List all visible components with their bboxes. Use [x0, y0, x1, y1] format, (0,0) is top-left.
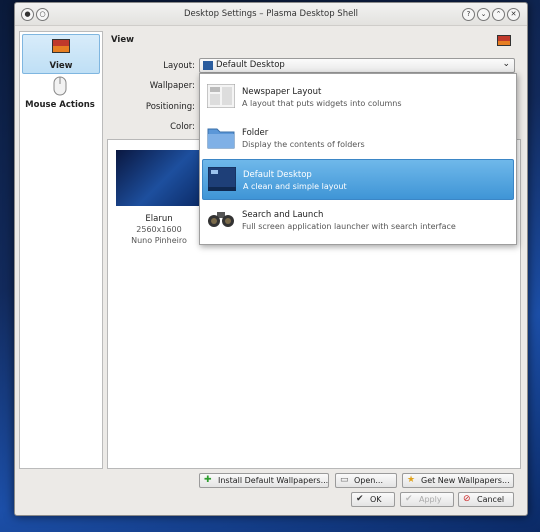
cancel-icon: ⊘	[463, 494, 471, 504]
layout-dropdown-list: Newspaper Layout A layout that puts widg…	[199, 73, 517, 245]
desktop-image-icon	[497, 35, 511, 46]
option-description: A layout that puts widgets into columns	[242, 99, 402, 108]
open-button[interactable]: ▭ Open...	[335, 473, 397, 488]
sidebar-item-label: View	[49, 61, 73, 71]
binoculars-icon	[208, 212, 234, 227]
layout-option-newspaper[interactable]: Newspaper Layout A layout that puts widg…	[202, 77, 512, 116]
mouse-icon	[53, 76, 67, 96]
layout-label: Layout:	[163, 61, 195, 71]
layout-option-search-launch[interactable]: Search and Launch Full screen applicatio…	[202, 200, 512, 239]
button-label: Get New Wallpapers...	[421, 476, 510, 485]
wallpaper-size: 2560x1600	[136, 225, 182, 234]
page-title: View	[111, 35, 134, 45]
button-label: Apply	[419, 495, 442, 504]
desktop-icon	[208, 167, 236, 191]
wallpaper-author: Nuno Pinheiro	[131, 236, 187, 245]
color-label: Color:	[170, 122, 195, 132]
plus-icon: ✚	[204, 475, 212, 485]
chevron-down-icon: ⌄	[502, 59, 510, 69]
cancel-button[interactable]: ⊘ Cancel	[458, 492, 514, 507]
sidebar: View Mouse Actions	[19, 31, 103, 469]
option-description: Full screen application launcher with se…	[242, 222, 456, 231]
sidebar-item-view[interactable]: View	[22, 34, 100, 74]
window-title: Desktop Settings – Plasma Desktop Shell	[183, 9, 359, 19]
minimize-icon[interactable]: ⌄	[477, 8, 490, 21]
option-title: Search and Launch	[242, 210, 324, 220]
layout-dropdown[interactable]: Default Desktop ⌄	[199, 58, 515, 73]
option-description: Display the contents of folders	[242, 140, 365, 149]
button-label: Install Default Wallpapers...	[218, 476, 329, 485]
folder-icon	[207, 128, 235, 149]
button-label: Cancel	[477, 495, 505, 504]
help-icon[interactable]: ?	[462, 8, 475, 21]
desktop-icon	[203, 61, 213, 70]
maximize-icon[interactable]: ⌃	[492, 8, 505, 21]
layout-option-default-desktop[interactable]: Default Desktop A clean and simple layou…	[202, 159, 514, 200]
desktop-image-icon	[52, 39, 70, 53]
desktop-settings-window: ● ○ Desktop Settings – Plasma Desktop Sh…	[14, 2, 528, 516]
button-label: Open...	[354, 476, 383, 485]
checkmark-icon: ✔	[405, 494, 413, 504]
option-description: A clean and simple layout	[243, 182, 347, 191]
wallpaper-label: Wallpaper:	[149, 81, 195, 91]
option-title: Default Desktop	[243, 170, 312, 180]
document-open-icon: ▭	[340, 475, 349, 485]
sidebar-item-mouse-actions[interactable]: Mouse Actions	[22, 76, 98, 114]
positioning-label: Positioning:	[145, 102, 195, 112]
get-new-wallpapers-button[interactable]: ★ Get New Wallpapers...	[402, 473, 514, 488]
apply-button[interactable]: ✔ Apply	[400, 492, 454, 507]
checkmark-icon: ✔	[356, 494, 364, 504]
option-title: Folder	[242, 128, 269, 138]
button-label: OK	[370, 495, 382, 504]
newspaper-icon	[207, 84, 235, 108]
wallpaper-thumbnail[interactable]	[116, 150, 202, 206]
wallpaper-name: Elarun	[145, 214, 173, 224]
install-default-wallpapers-button[interactable]: ✚ Install Default Wallpapers...	[199, 473, 329, 488]
ok-button[interactable]: ✔ OK	[351, 492, 395, 507]
layout-option-folder[interactable]: Folder Display the contents of folders	[202, 118, 512, 157]
close-icon[interactable]: ✕	[507, 8, 520, 21]
star-icon: ★	[407, 475, 416, 485]
sidebar-item-label: Mouse Actions	[25, 100, 95, 110]
layout-value: Default Desktop	[216, 60, 285, 70]
title-bar[interactable]: ● ○ Desktop Settings – Plasma Desktop Sh…	[15, 3, 527, 26]
option-title: Newspaper Layout	[242, 87, 322, 97]
